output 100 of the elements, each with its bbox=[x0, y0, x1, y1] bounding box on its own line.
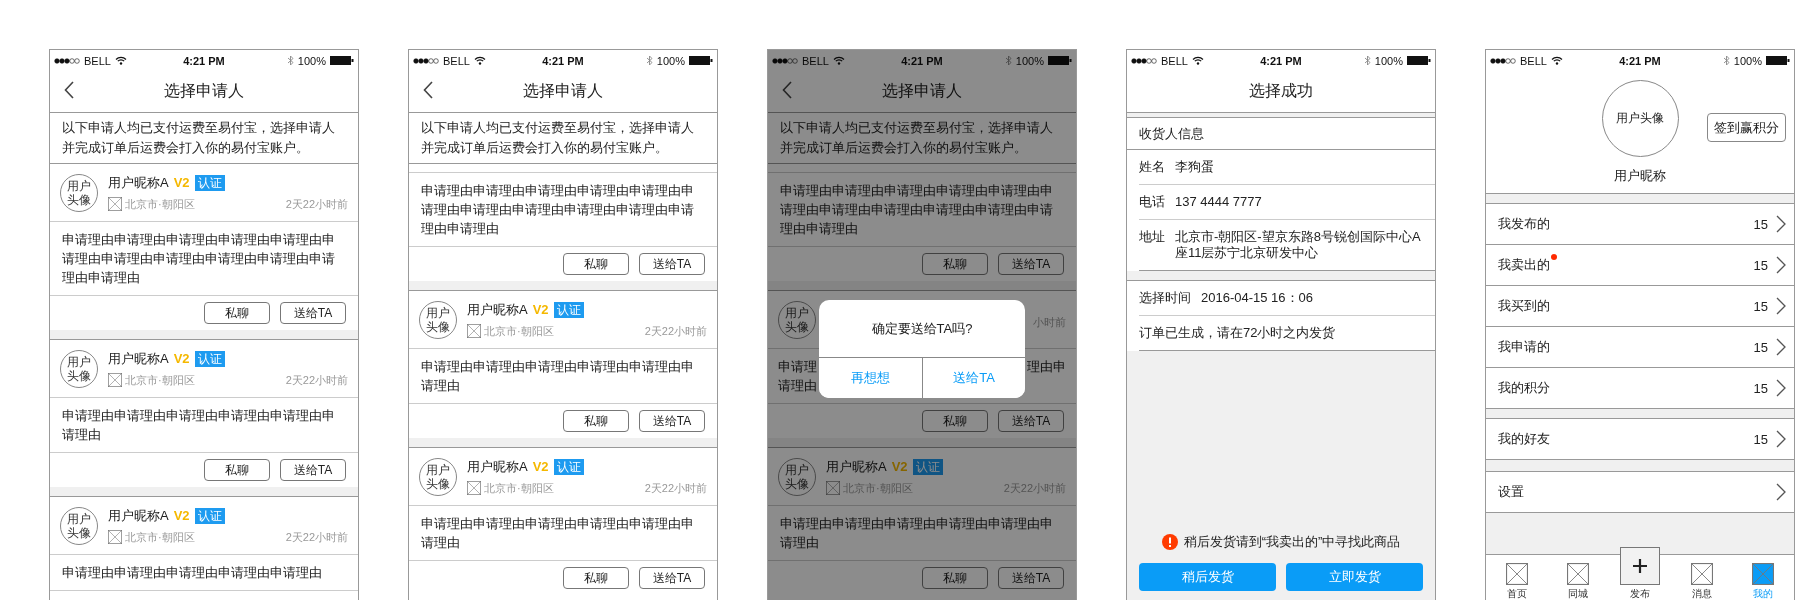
signal-icon bbox=[1490, 57, 1516, 64]
back-icon[interactable] bbox=[782, 80, 792, 99]
menu-count: 15 bbox=[1753, 257, 1768, 273]
field-label: 地址 bbox=[1139, 229, 1165, 246]
chat-button[interactable]: 私聊 bbox=[922, 410, 988, 432]
nickname: 用户昵称A bbox=[467, 300, 528, 319]
field-value: 李狗蛋 bbox=[1175, 159, 1215, 175]
menu-count: 15 bbox=[1753, 216, 1768, 232]
clock-time: 4:21 PM bbox=[901, 54, 943, 67]
location-text: 北京市·朝阳区 bbox=[125, 372, 196, 388]
notice-text: 以下申请人均已支付运费至易付宝，选择申请人并完成订单后运费会打入你的易付宝账户。 bbox=[50, 113, 358, 164]
verified-badge: 认证 bbox=[553, 301, 584, 318]
nickname: 用户昵称A bbox=[108, 349, 169, 368]
menu-label: 我的好友 bbox=[1498, 430, 1550, 448]
battery-percent: 100% bbox=[656, 54, 685, 67]
menu-count: 15 bbox=[1753, 431, 1768, 447]
chat-button[interactable]: 私聊 bbox=[563, 567, 629, 589]
field-value: 2016-04-15 16：06 bbox=[1201, 290, 1315, 306]
vip-level: V2 bbox=[173, 175, 190, 190]
order-status-text: 订单已生成，请在72小时之内发货 bbox=[1139, 325, 1337, 341]
chat-button[interactable]: 私聊 bbox=[204, 459, 270, 481]
location-text: 北京市·朝阳区 bbox=[125, 196, 196, 212]
checkin-button[interactable]: 签到赢积分 bbox=[1707, 113, 1786, 142]
send-button[interactable]: 送给TA bbox=[280, 302, 346, 324]
chat-button[interactable]: 私聊 bbox=[922, 253, 988, 275]
menu-count: 15 bbox=[1753, 339, 1768, 355]
send-button[interactable]: 送给TA bbox=[639, 410, 705, 432]
dialog-message: 确定要送给TA吗? bbox=[871, 319, 973, 338]
image-placeholder-icon bbox=[1752, 563, 1775, 585]
apply-reason: 请理由 bbox=[778, 377, 817, 395]
image-placeholder-icon bbox=[108, 373, 122, 387]
back-icon[interactable] bbox=[423, 80, 433, 99]
chat-button[interactable]: 私聊 bbox=[563, 253, 629, 275]
signal-icon bbox=[54, 57, 80, 64]
verified-badge: 认证 bbox=[194, 174, 225, 191]
field-label: 姓名 bbox=[1139, 159, 1165, 175]
apply-reason: 申请理由申请理由申请理由申请理由申请理由申请理由申请理由申请理由申请理由申请理由申请理由申请理由 bbox=[50, 222, 358, 296]
verified-badge: 认证 bbox=[194, 350, 225, 367]
publish-button[interactable] bbox=[1620, 547, 1660, 585]
vip-level: V2 bbox=[173, 351, 190, 366]
plus-icon bbox=[1633, 559, 1647, 573]
menu-label: 我申请的 bbox=[1498, 338, 1550, 356]
field-value: 137 4444 7777 bbox=[1175, 194, 1263, 210]
signal-icon bbox=[772, 57, 798, 64]
menu-item[interactable]: 我发布的 15 bbox=[1486, 204, 1794, 245]
menu-label: 我发布的 bbox=[1498, 215, 1550, 233]
image-placeholder-icon bbox=[108, 197, 122, 211]
tab-item[interactable]: 首页 bbox=[1486, 555, 1548, 600]
send-button[interactable]: 送给TA bbox=[998, 253, 1064, 275]
verified-badge: 认证 bbox=[194, 507, 225, 524]
wifi-icon bbox=[832, 56, 845, 65]
image-placeholder-icon bbox=[467, 481, 481, 495]
location-text: 北京市·朝阳区 bbox=[484, 480, 555, 496]
menu-item[interactable]: 我申请的 15 bbox=[1486, 327, 1794, 368]
menu-item[interactable]: 我卖出的 15 bbox=[1486, 245, 1794, 286]
apply-reason: 申请理由申请理由申请理由申请理由申请理由申请理由 bbox=[50, 398, 358, 453]
screen-title: 选择成功 bbox=[1248, 81, 1314, 101]
send-button[interactable]: 送给TA bbox=[998, 410, 1064, 432]
vip-level: V2 bbox=[532, 459, 549, 474]
battery-percent: 100% bbox=[297, 54, 326, 67]
carrier-name: BELL bbox=[1161, 54, 1188, 67]
menu-label: 我卖出的 bbox=[1498, 256, 1550, 274]
signal-icon bbox=[413, 57, 439, 64]
chat-button[interactable]: 私聊 bbox=[563, 410, 629, 432]
clock-time: 4:21 PM bbox=[542, 54, 584, 67]
apply-reason: 申请理由申请理由申请理由申请理由申请理由申请理由申请理由申请理由申请理由申请理由申请理由申请理由 bbox=[409, 173, 717, 247]
battery-percent: 100% bbox=[1733, 54, 1762, 67]
verified-badge: 认证 bbox=[912, 458, 943, 475]
nickname: 用户昵称A bbox=[826, 457, 887, 476]
image-placeholder-icon bbox=[108, 530, 122, 544]
nickname: 用户昵称A bbox=[108, 173, 169, 192]
send-button[interactable]: 送给TA bbox=[998, 567, 1064, 589]
send-button[interactable]: 送给TA bbox=[280, 459, 346, 481]
carrier-name: BELL bbox=[84, 54, 111, 67]
tab-label[interactable]: 发布 bbox=[1630, 587, 1650, 600]
send-button[interactable]: 送给TA bbox=[639, 253, 705, 275]
bluetooth-icon bbox=[1004, 55, 1012, 66]
screen-title: 选择申请人 bbox=[522, 81, 604, 101]
menu-label: 我买到的 bbox=[1498, 297, 1550, 315]
notice-text: 以下申请人均已支付运费至易付宝，选择申请人并完成订单后运费会打入你的易付宝账户。 bbox=[409, 113, 717, 164]
battery-icon bbox=[330, 56, 354, 65]
section-title: 收货人信息 bbox=[1127, 118, 1435, 150]
send-button[interactable]: 送给TA bbox=[639, 567, 705, 589]
chat-button[interactable]: 私聊 bbox=[204, 302, 270, 324]
apply-reason: 申请理由申请理由申请理由申请理由申请理由申请理由申请理由申请理由申请理由申请理由申请理由申请理由 bbox=[768, 173, 1076, 247]
image-placeholder-icon bbox=[1567, 563, 1590, 585]
apply-reason: 理由申 bbox=[1027, 358, 1066, 376]
tab-item[interactable]: 消息 bbox=[1670, 555, 1733, 600]
time-ago: 2天22小时前 bbox=[285, 196, 348, 212]
chat-button[interactable]: 私聊 bbox=[922, 567, 988, 589]
apply-reason: 申请理由申请理由申请理由申请理由申请理由申请理由 bbox=[409, 506, 717, 561]
image-placeholder-icon bbox=[467, 324, 481, 338]
menu-item[interactable]: 我买到的 15 bbox=[1486, 286, 1794, 327]
carrier-name: BELL bbox=[443, 54, 470, 67]
chevron-right-icon bbox=[1776, 215, 1786, 233]
clock-time: 4:21 PM bbox=[1619, 54, 1661, 67]
back-icon[interactable] bbox=[64, 80, 74, 99]
nickname: 用户昵称A bbox=[467, 457, 528, 476]
clock-time: 4:21 PM bbox=[183, 54, 225, 67]
tab-item[interactable]: 同城 bbox=[1547, 555, 1610, 600]
